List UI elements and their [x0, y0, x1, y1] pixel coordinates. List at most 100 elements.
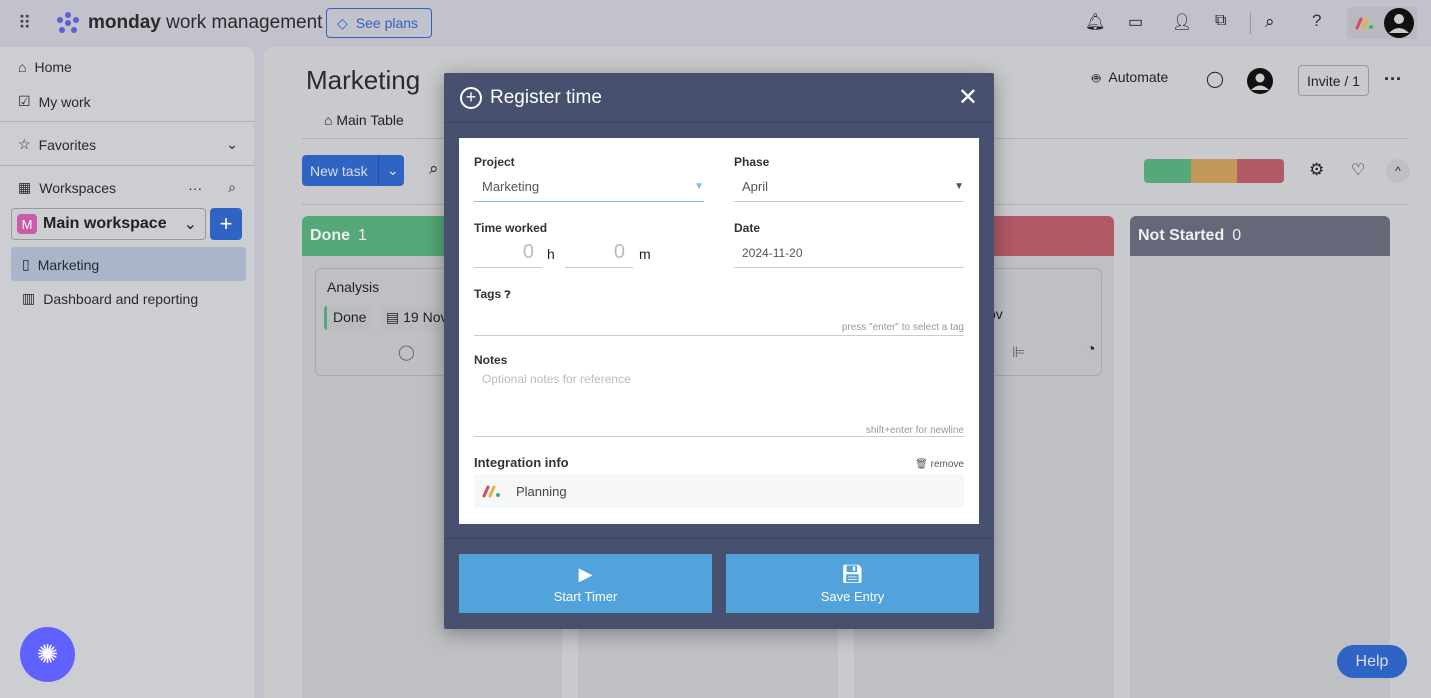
more-options-icon[interactable]: ··· [1384, 69, 1402, 90]
brand-name: monday work management [88, 12, 322, 34]
remove-label: remove [930, 459, 964, 470]
column-count: 0 [1232, 227, 1242, 244]
progress-segment [1190, 159, 1238, 183]
comment-icon[interactable]: ◯ [398, 343, 415, 361]
save-entry-button[interactable]: 💾︎ Save Entry [726, 554, 979, 613]
apps-grid-icon[interactable]: ⠿ [18, 13, 31, 34]
star-icon: ☆ [18, 136, 31, 152]
sidebar-item-dashboard[interactable]: ▥ Dashboard and reporting [22, 290, 198, 307]
status-badge[interactable]: Done [324, 306, 372, 330]
column-name: Done [310, 227, 350, 244]
hours-unit: h [547, 246, 555, 262]
project-label: Project [474, 155, 515, 169]
sidebar: ⌂ Home ☑ My work ☆ Favorites ⌄ ▦ Workspaces ··… [0, 47, 254, 698]
close-icon[interactable]: ✕ [958, 83, 978, 112]
chevron-down-icon: ⌄ [183, 216, 197, 233]
phase-value: April [742, 179, 769, 194]
hours-input[interactable]: 0 [474, 238, 542, 268]
sidebar-item-my-work[interactable]: ☑ My work [18, 93, 91, 110]
avatar[interactable] [1246, 67, 1274, 95]
card-title: Analysis [327, 279, 380, 295]
help-button[interactable]: Help [1337, 645, 1407, 678]
help-icon[interactable]: ? [1312, 11, 1321, 31]
search-icon[interactable]: ⌕ [228, 179, 236, 196]
notes-label: Notes [474, 353, 508, 367]
minutes-input[interactable]: 0 [565, 238, 633, 268]
gear-icon[interactable]: ⚙ [1309, 160, 1324, 180]
remove-button[interactable]: 🗑︎ remove [915, 459, 964, 470]
progress-segment [1237, 159, 1284, 183]
start-timer-label: Start Timer [553, 588, 618, 604]
add-workspace-button[interactable]: + [210, 208, 242, 240]
tab-main-table[interactable]: ⌂ Main Table [324, 112, 404, 128]
search-icon[interactable]: ⌕ [1265, 12, 1275, 32]
brand-rest: work management [160, 12, 323, 33]
new-task-button[interactable]: New task ⌄ [302, 155, 404, 186]
invite-button[interactable]: Invite / 1 [1298, 65, 1369, 96]
date-input[interactable]: 2024-11-20 [734, 238, 964, 268]
sidebar-item-favorites[interactable]: ☆ Favorites ⌄ [18, 136, 238, 153]
diamond-icon: ◇ [337, 14, 348, 31]
progress-circle-icon[interactable]: ◔ [1086, 341, 1096, 359]
bell-icon[interactable]: 🔔︎ [1085, 12, 1105, 32]
column-count: 1 [358, 227, 367, 244]
calendar-check-icon: ☑ [18, 93, 31, 109]
integration-label: Integration info [474, 455, 569, 470]
apps-puzzle-icon[interactable]: ⧉ [1215, 12, 1226, 30]
start-timer-button[interactable]: ▶ Start Timer [459, 554, 712, 613]
feedback-icon[interactable]: ♡ [1351, 160, 1365, 180]
invite-user-icon[interactable]: 👤︎ [1172, 12, 1192, 32]
home-icon: ⌂ [18, 59, 27, 75]
project-value: Marketing [482, 179, 540, 194]
see-plans-button[interactable]: ◇ See plans [326, 8, 432, 38]
favorites-label: Favorites [38, 136, 97, 153]
divider [0, 165, 254, 166]
kanban-column-not-started: Not Started 0 [1130, 216, 1390, 698]
search-icon[interactable]: ⌕ [429, 159, 439, 179]
trash-icon: 🗑︎ [915, 459, 931, 470]
comment-icon[interactable]: ◯ [1206, 69, 1224, 89]
home-icon: ⌂ [324, 112, 337, 128]
more-icon[interactable]: ··· [188, 180, 202, 196]
automate-button[interactable]: 🤖︎ Automate [1092, 69, 1168, 89]
top-bar: ⠿ monday work management ◇ See plans 🔔︎ ▭… [0, 0, 1431, 46]
see-plans-label: See plans [355, 15, 419, 31]
column-name: Not Started [1138, 227, 1225, 244]
save-icon: 💾︎ [841, 563, 864, 584]
account-switcher[interactable] [1347, 7, 1417, 39]
integration-value: Planning [516, 483, 567, 499]
tags-hint: press "enter" to select a tag [841, 322, 964, 333]
workspaces-label: Workspaces [39, 179, 117, 196]
divider [444, 538, 994, 539]
progress-segment [1144, 159, 1191, 183]
time-entry-form: Project Marketing ▼ Phase April ▼ Time wor… [459, 138, 979, 524]
tab-label: Main Table [336, 112, 404, 128]
workspace-selector[interactable]: M Main workspace ⌄ [11, 208, 206, 240]
dialog-title: Register time [490, 86, 602, 108]
divider [0, 121, 254, 122]
avatar[interactable] [1383, 7, 1415, 39]
project-select[interactable]: Marketing ▼ [474, 172, 704, 202]
tags-label: Tags [474, 287, 502, 301]
dialog-header: + Register time ✕ [444, 73, 994, 123]
home-label: Home [34, 59, 72, 75]
new-task-label: New task [310, 162, 368, 179]
ai-assistant-button[interactable]: ✺ [20, 627, 75, 682]
sidebar-item-home[interactable]: ⌂ Home [18, 59, 72, 75]
brand-bold: monday [88, 12, 161, 33]
sidebar-item-marketing[interactable]: ▯ Marketing [22, 256, 99, 273]
help-circle-icon[interactable]: ❓︎ [504, 290, 510, 301]
phase-select[interactable]: April ▼ [734, 172, 964, 202]
integration-row: Planning [474, 474, 964, 508]
tags-label-row: Tags ❓︎ [474, 287, 510, 301]
workspace-icon: M [17, 214, 37, 234]
dropdown-arrow-icon: ▼ [694, 181, 704, 192]
subitems-icon[interactable]: ⊫ [1012, 343, 1025, 361]
page-title[interactable]: Marketing [306, 65, 420, 96]
monday-logo-icon [55, 10, 81, 36]
collapse-button[interactable]: ^ [1386, 159, 1410, 183]
chevron-down-icon[interactable]: ⌄ [378, 155, 399, 186]
register-time-dialog: + Register time ✕ Project Marketing ▼ Pha… [444, 73, 994, 629]
inbox-icon[interactable]: ▭ [1128, 12, 1143, 32]
workspace-name: Main workspace [43, 215, 167, 232]
